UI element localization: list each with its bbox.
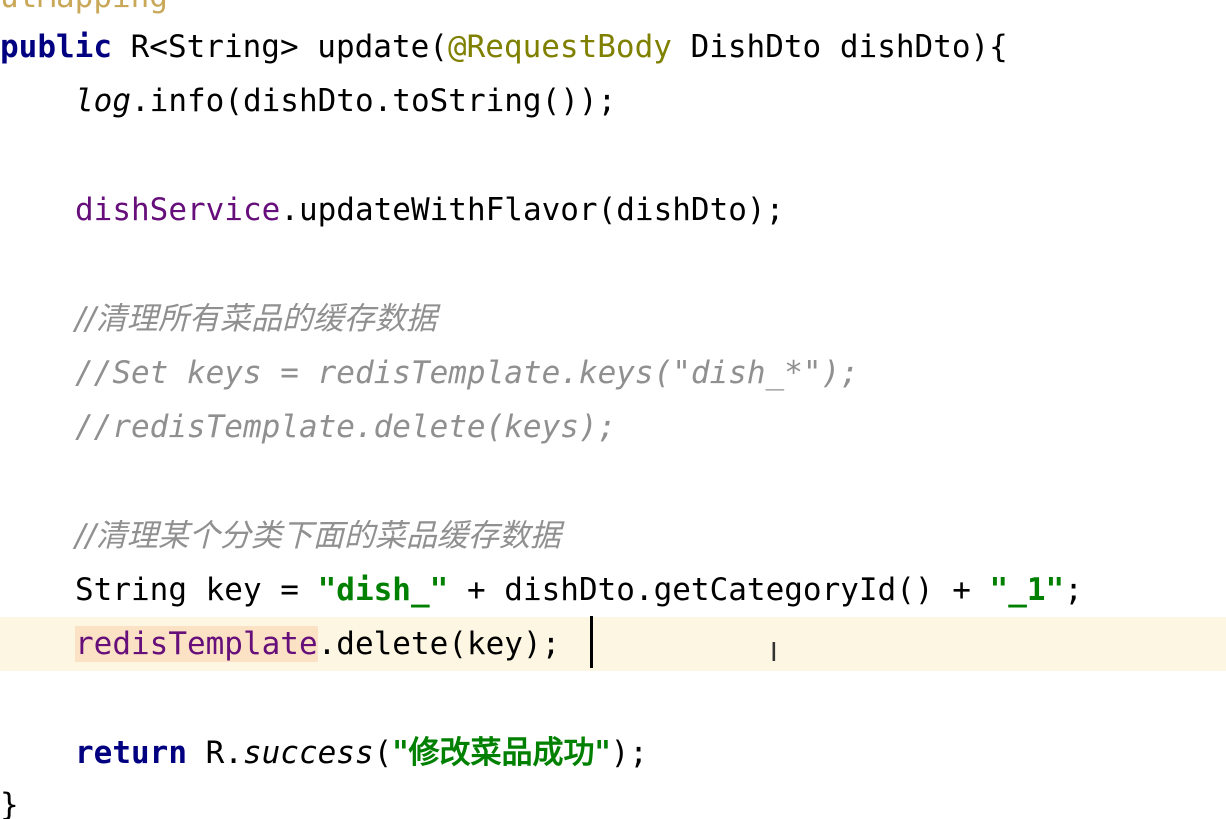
code-line-log: log.info(dishDto.toString());	[0, 74, 1226, 128]
method-params: DishDto dishDto){	[671, 29, 1008, 65]
comment-text-3: //redisTemplate.delete(keys);	[75, 409, 617, 445]
redistemplate-field-highlighted: redisTemplate	[75, 626, 318, 662]
key-concat: + dishDto.getCategoryId() +	[448, 572, 990, 608]
return-close: );	[610, 735, 648, 771]
text-caret	[590, 616, 593, 668]
closing-brace: }	[0, 787, 19, 819]
string-suffix: "_1"	[989, 572, 1065, 608]
success-method: success	[242, 735, 374, 771]
comment-text-2: //Set keys = redisTemplate.keys("dish_*"…	[75, 355, 859, 391]
return-type: R<String> update(	[111, 29, 448, 65]
comment-text-1: //清理所有菜品的缓存数据	[75, 301, 437, 337]
code-comment-1: //清理所有菜品的缓存数据	[0, 292, 1226, 346]
log-field: log	[75, 83, 131, 119]
i-beam-cursor-icon: I	[770, 638, 778, 668]
code-line-closing-brace: }	[0, 778, 1226, 819]
key-semicolon: ;	[1064, 572, 1083, 608]
keyword-return: return	[75, 735, 187, 771]
code-line-key: String key = "dish_" + dishDto.getCatego…	[0, 563, 1226, 617]
return-object: R.	[186, 735, 243, 771]
log-call: .info(dishDto.toString());	[131, 83, 617, 119]
code-line-return: return R.success("修改菜品成功");	[0, 726, 1226, 780]
service-call: .updateWithFlavor(dishDto);	[280, 192, 785, 228]
code-editor[interactable]: utMapping public R<String> update(@Reque…	[0, 0, 1226, 819]
success-message-string: "修改菜品成功"	[392, 735, 611, 771]
code-comment-3: //redisTemplate.delete(keys);	[0, 400, 1226, 454]
keyword-public: public	[0, 29, 112, 65]
annotation-partial: utMapping	[0, 0, 168, 15]
return-open-paren: (	[373, 735, 393, 771]
delete-call: .delete(key);	[317, 626, 561, 662]
comment-text-4: //清理某个分类下面的菜品缓存数据	[75, 518, 561, 554]
code-comment-2: //Set keys = redisTemplate.keys("dish_*"…	[0, 346, 1226, 400]
dishservice-field: dishService	[75, 192, 281, 228]
code-line-service: dishService.updateWithFlavor(dishDto);	[0, 183, 1226, 237]
code-line-delete-current[interactable]: redisTemplate.delete(key);	[0, 617, 1226, 671]
code-comment-4: //清理某个分类下面的菜品缓存数据	[0, 509, 1226, 563]
code-line-method-signature: public R<String> update(@RequestBody Dis…	[0, 20, 1226, 74]
string-dish-prefix: "dish_"	[317, 572, 449, 608]
key-declaration: String key =	[75, 572, 318, 608]
annotation-requestbody: @RequestBody	[447, 29, 672, 65]
